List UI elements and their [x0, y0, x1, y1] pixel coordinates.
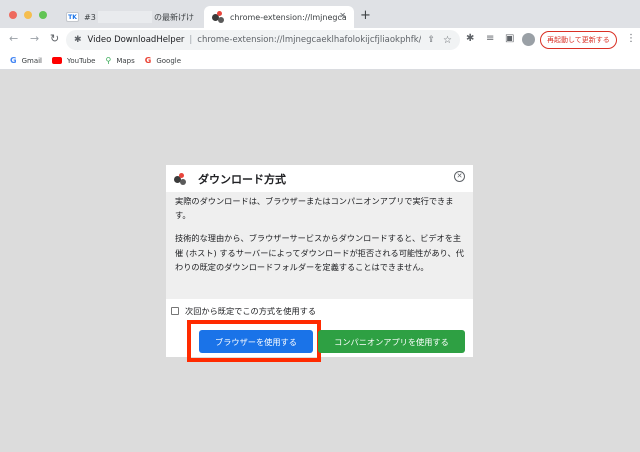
tab-favicon-icon: TK [66, 12, 79, 22]
profile-avatar-icon[interactable] [522, 33, 535, 46]
side-panel-icon[interactable]: ▣ [505, 33, 514, 44]
bookmark-star-icon[interactable]: ☆ [443, 35, 452, 46]
use-companion-app-button[interactable]: コンパニオンアプリを使用する [318, 330, 465, 353]
bookmark-maps[interactable]: ⚲ Maps [105, 56, 134, 65]
more-menu-icon[interactable]: ⋮ [626, 33, 636, 44]
relaunch-to-update-button[interactable]: 再起動して更新する [540, 31, 617, 49]
new-tab-button[interactable]: + [360, 8, 371, 23]
bookmark-label: Gmail [21, 56, 43, 65]
bookmark-label: Maps [116, 56, 135, 65]
dialog-paragraph: 実際のダウンロードは、ブラウザーまたはコンパニオンアプリで実行できます。 [175, 196, 454, 221]
bookmark-label: Google [156, 56, 182, 65]
bookmark-youtube[interactable]: YouTube [52, 57, 95, 65]
tab-title-suffix: の最新げけ [154, 12, 194, 22]
google-g-icon: G [10, 56, 17, 65]
bookmark-google[interactable]: G Google [145, 56, 181, 65]
browser-toolbar: ← → ↻ ✱ Video DownloadHelper | chrome-ex… [0, 28, 640, 52]
tab-close-icon[interactable]: ✕ [339, 11, 346, 20]
media-controls-icon[interactable]: ≡ [486, 33, 494, 44]
window-minimize-button[interactable] [24, 11, 32, 19]
remember-choice-option[interactable]: 次回から既定でこの方式を使用する [171, 305, 316, 317]
tab-active[interactable]: chrome-extension://lmjnegcae ✕ [204, 6, 354, 28]
window-close-button[interactable] [9, 11, 17, 19]
remember-choice-checkbox[interactable] [171, 307, 179, 315]
video-downloadhelper-icon [212, 11, 224, 23]
dialog-title: ダウンロード方式 [198, 172, 286, 186]
extension-puzzle-icon: ✱ [74, 35, 82, 45]
back-arrow-icon[interactable]: ← [9, 32, 18, 45]
title-bar: TK #3 の最新げけ chrome-extension://lmjnegcae… [0, 0, 640, 28]
dialog-close-icon[interactable]: ✕ [454, 171, 465, 182]
use-browser-button[interactable]: ブラウザーを使用する [199, 330, 313, 353]
share-icon[interactable]: ⇪ [427, 35, 435, 45]
extensions-icon[interactable]: ✱ [466, 33, 474, 44]
bookmarks-bar: G Gmail YouTube ⚲ Maps G Google [0, 52, 640, 70]
address-bar-separator: | [189, 35, 193, 45]
forward-arrow-icon[interactable]: → [30, 32, 39, 45]
address-bar-host: Video DownloadHelper [87, 35, 185, 45]
google-g-icon: G [144, 56, 152, 65]
address-bar-url: chrome-extension://lmjnegcaeklhafolokijc… [197, 35, 422, 45]
tab-inactive[interactable]: TK #3 の最新げけ [58, 6, 202, 28]
tab-title-prefix: #3 [84, 12, 96, 22]
bookmark-gmail[interactable]: G Gmail [10, 56, 42, 65]
tab-title: chrome-extension://lmjnegcae [230, 12, 346, 22]
window-zoom-button[interactable] [39, 11, 47, 19]
reload-icon[interactable]: ↻ [50, 32, 59, 45]
video-downloadhelper-icon [174, 172, 186, 185]
address-bar[interactable]: ✱ Video DownloadHelper | chrome-extensio… [66, 30, 460, 50]
dialog-header: ダウンロード方式 ✕ [166, 165, 473, 192]
tab-title-redacted [97, 11, 152, 23]
maps-pin-icon: ⚲ [105, 56, 112, 65]
dialog-body: 実際のダウンロードは、ブラウザーまたはコンパニオンアプリで実行できます。 技術的… [166, 192, 473, 299]
youtube-icon [52, 57, 63, 64]
dialog-paragraph: 技術的な理由から、ブラウザーサービスからダウンロードすると、ビデオを主催 (ホス… [175, 233, 464, 272]
bookmark-label: YouTube [67, 56, 96, 65]
remember-choice-label: 次回から既定でこの方式を使用する [185, 306, 317, 316]
